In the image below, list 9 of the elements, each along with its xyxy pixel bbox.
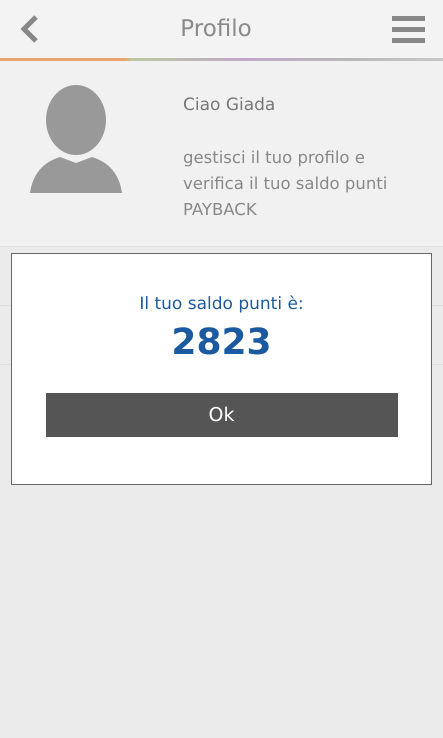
greeting-text: Ciao Giada [183,95,276,115]
profile-description: gestisci il tuo profilo e verifica il tuo saldo punti PAYBACK [183,147,388,221]
points-value: 2823 [171,322,272,363]
avatar-icon [30,85,122,195]
dialog-message: Il tuo saldo punti è: [139,294,304,314]
menu-icon[interactable] [392,16,425,42]
page-title: Profilo [180,16,252,42]
ok-button[interactable]: Ok [46,393,398,437]
back-icon[interactable] [18,14,40,44]
